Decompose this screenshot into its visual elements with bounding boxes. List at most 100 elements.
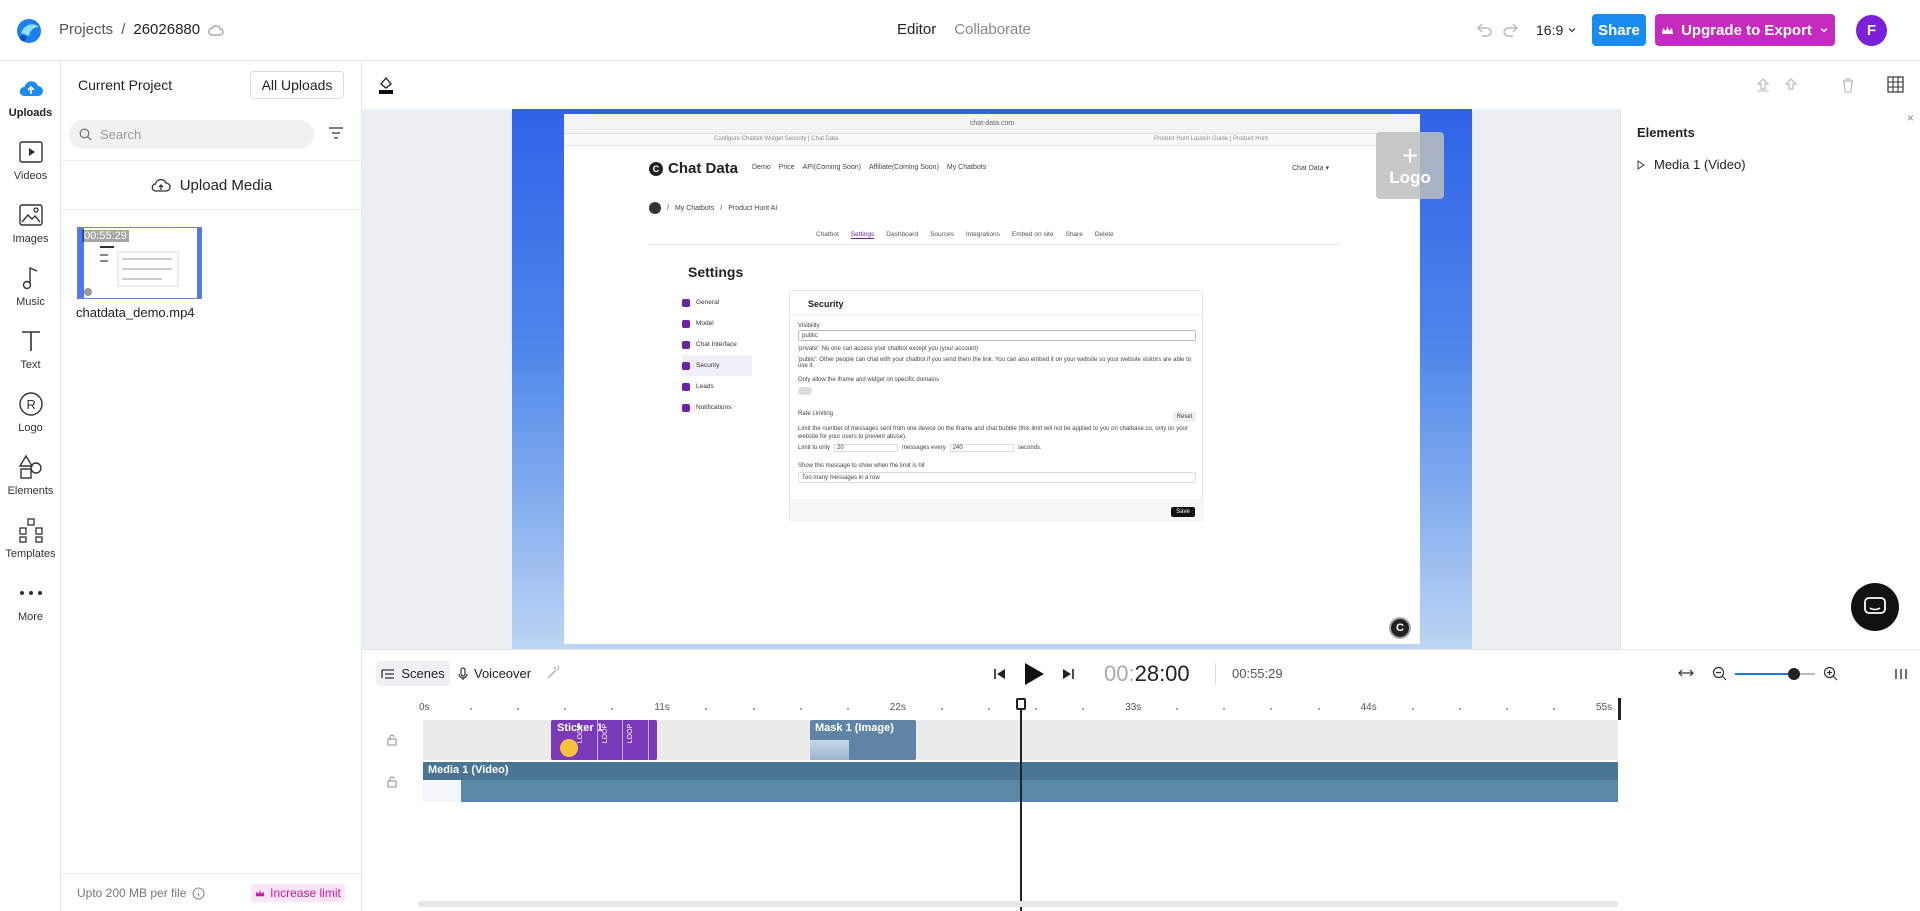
editor-tab[interactable]: Editor [897, 21, 936, 38]
zoom-control [1712, 666, 1838, 681]
rate-limit-note: Limit the number of messages sent from o… [798, 426, 1188, 440]
settings-nav-leads: Leads [682, 376, 752, 397]
zoom-out-icon[interactable] [1712, 666, 1727, 681]
nav-templates[interactable]: Templates [0, 516, 61, 560]
nav-uploads[interactable]: Uploads [0, 75, 61, 119]
zoom-slider[interactable] [1735, 667, 1815, 680]
ruler-tick [1552, 708, 1555, 710]
loop-label: LOOP [627, 723, 635, 744]
chatdata-logo: C Chat Data [649, 160, 738, 177]
rate-limit-row: Limit to only 20 messages every 240 seco… [798, 444, 1042, 452]
trash-icon[interactable] [1841, 77, 1855, 93]
public-note: 'public': Other people can chat with you… [798, 357, 1192, 369]
settings-icon [682, 298, 690, 307]
unlock-icon[interactable] [386, 734, 398, 746]
loop-divider [648, 720, 649, 760]
scenes-button[interactable]: Scenes [376, 661, 450, 686]
timeline-settings-icon[interactable] [1892, 665, 1910, 683]
send-backward-icon[interactable] [1783, 77, 1799, 93]
zoom-slider-knob[interactable] [1788, 667, 1800, 680]
zoom-in-icon[interactable] [1823, 666, 1838, 681]
ruler-tick [799, 708, 802, 710]
playhead[interactable] [1016, 698, 1026, 911]
total-duration: 00:55:29 [1232, 666, 1283, 681]
limit-messages-input: 20 [834, 444, 899, 452]
nav-text[interactable]: Text [0, 327, 61, 371]
media-thumbnail[interactable]: 00:55:29 [77, 227, 202, 299]
magic-wand-icon[interactable] [545, 665, 561, 681]
bring-forward-icon[interactable] [1755, 77, 1771, 93]
logo-icon: R [18, 392, 43, 416]
share-button[interactable]: Share [1592, 14, 1646, 46]
playback-controls [993, 661, 1075, 687]
nav-images[interactable]: Images [0, 201, 61, 245]
filter-icon[interactable] [327, 124, 345, 142]
crown-icon [255, 889, 265, 896]
time-ruler[interactable]: 0s 11s 22s 33s 44s 55s [362, 698, 1920, 720]
skip-back-icon[interactable] [993, 667, 1007, 681]
fit-width-icon[interactable] [1678, 667, 1694, 679]
info-icon[interactable] [192, 887, 205, 900]
project-name[interactable]: 26026880 [133, 21, 200, 38]
nav-more-label: More [17, 611, 44, 623]
nav-more[interactable]: More [0, 579, 61, 623]
nav-music-label: Music [16, 296, 45, 308]
voiceover-button[interactable]: Voiceover [458, 666, 531, 681]
sticker-clip[interactable]: Sticker 1 LOOP LOOP LOOP [551, 720, 657, 760]
video-canvas[interactable]: chat-data.com Configure Chatbot Widget S… [512, 109, 1472, 649]
playhead-handle[interactable] [1016, 698, 1026, 710]
ruler-tick [470, 708, 473, 710]
ruler-label: 11s [654, 702, 670, 713]
user-avatar[interactable]: F [1856, 15, 1887, 46]
limit-message-label: Show this message to show when the limit… [798, 463, 925, 469]
reset-button: Reset [1173, 412, 1196, 422]
timeline-controls: Scenes Voiceover 00:28:00 00:55:29 [362, 649, 1920, 698]
shapes-icon [18, 454, 42, 479]
support-chat-button[interactable] [1851, 583, 1899, 631]
upload-cloud-icon [19, 81, 43, 96]
loop-label: LOOP [602, 723, 610, 744]
breadcrumb: Projects / 26026880 [59, 21, 224, 38]
tab-dashboard: Dashboard [886, 231, 919, 238]
search-input[interactable]: Search [69, 120, 314, 149]
ruler-tick [1458, 708, 1461, 710]
redo-icon[interactable] [1500, 19, 1522, 41]
undo-icon[interactable] [1473, 19, 1495, 41]
browser-tabs: Configure Chatbot Widget Security | Chat… [564, 134, 1420, 146]
text-icon [21, 331, 40, 351]
ruler-tick [1411, 708, 1414, 710]
breadcrumb-projects-link[interactable]: Projects [59, 21, 113, 38]
element-media-1[interactable]: Media 1 (Video) [1636, 157, 1746, 172]
tab-embed: Embed on site [1011, 231, 1054, 238]
close-icon[interactable]: × [1907, 111, 1914, 125]
shield-icon [682, 361, 690, 370]
nav-logo[interactable]: R Logo [0, 390, 61, 434]
fill-color-icon[interactable] [377, 75, 395, 95]
logo-placeholder[interactable]: + Logo [1376, 132, 1444, 199]
settings-nav-security: Security [682, 355, 752, 376]
visibility-select: public [798, 330, 1196, 341]
all-uploads-button[interactable]: All Uploads [250, 71, 344, 99]
unlock-icon[interactable] [386, 776, 398, 788]
increase-limit-button[interactable]: Increase limit [251, 884, 345, 902]
timeline-top-border [362, 649, 1920, 650]
nav-music[interactable]: Music [0, 264, 61, 308]
nav-videos[interactable]: Videos [0, 138, 61, 182]
timeline-scrollbar[interactable] [418, 901, 1618, 907]
tab-chatbot: Chatbot [816, 231, 839, 238]
media-duration: 00:55:29 [82, 230, 129, 242]
upgrade-to-export-button[interactable]: Upgrade to Export [1655, 14, 1835, 46]
browser-url: chat-data.com [969, 120, 1015, 127]
aspect-ratio-dropdown[interactable]: 16:9 [1536, 22, 1577, 38]
domains-label: Only allow the iframe and widget on spec… [798, 377, 940, 383]
nav-elements[interactable]: Elements [0, 453, 61, 497]
current-time: 00:28:00 [1104, 661, 1190, 687]
upload-media-button[interactable]: Upload Media [61, 160, 362, 210]
app-logo-icon[interactable] [14, 16, 44, 46]
grid-icon[interactable] [1887, 76, 1904, 93]
chat-icon [682, 340, 690, 349]
mask-clip[interactable]: Mask 1 (Image) [810, 720, 916, 760]
skip-forward-icon[interactable] [1061, 667, 1075, 681]
play-icon[interactable] [1022, 661, 1046, 687]
collaborate-tab[interactable]: Collaborate [954, 21, 1031, 38]
